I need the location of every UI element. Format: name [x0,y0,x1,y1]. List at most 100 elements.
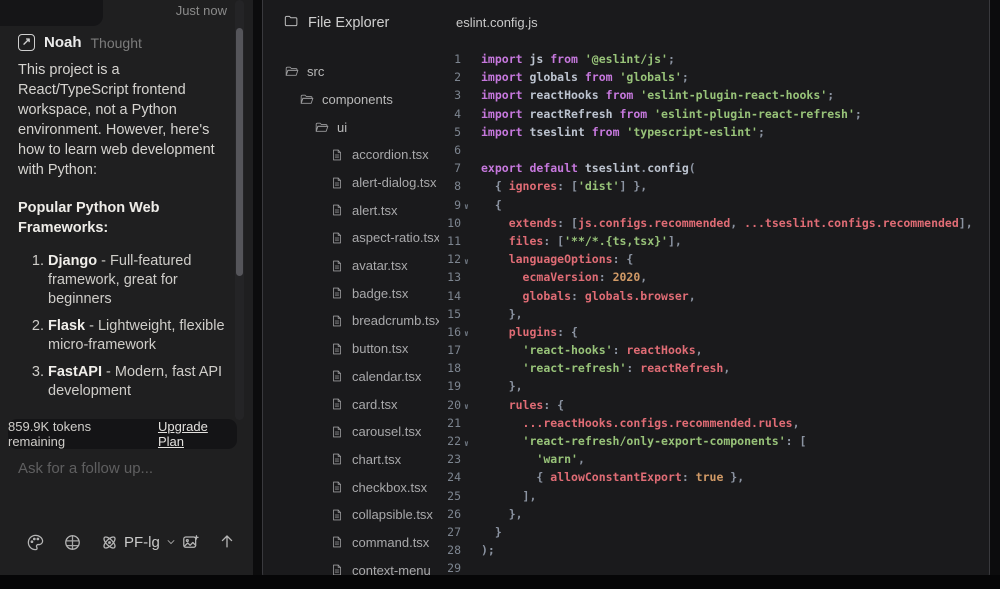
model-selector[interactable]: PF-lg [100,529,177,555]
tree-file-breadcrumb-tsx[interactable]: breadcrumb.tsx [263,307,439,335]
image-plus-icon [181,533,200,552]
palette-icon [26,533,45,552]
code-line-7: 7export default tseslint.config( [439,159,989,177]
arrow-up-icon [217,531,237,551]
code-text: ecmaVersion: 2020, [479,270,647,284]
file-icon [330,480,344,494]
code-line-11: 11 files: ['**/*.{ts,tsx}'], [439,232,989,250]
code-line-1: 1import js from '@eslint/js'; [439,50,989,68]
code-text: } [479,525,502,539]
file-icon [330,342,344,356]
file-label: accordion.tsx [352,147,429,162]
code-text: ); [479,543,495,557]
fold-gutter [461,93,479,97]
tree-file-command-tsx[interactable]: command.tsx [263,529,439,557]
line-number: 29 [439,561,461,575]
fold-marker[interactable]: ∨ [461,198,479,211]
code-text: 'warn', [479,452,585,466]
workbench-header: File Explorer eslint.config.js [263,11,989,37]
file-label: alert-dialog.tsx [352,175,437,190]
tree-file-alert-tsx[interactable]: alert.tsx [263,196,439,224]
framework-item: FastAPI - Modern, fast API development [48,363,226,401]
framework-name: Flask [48,318,85,334]
code-text: }, [479,307,523,321]
file-explorer-title: File Explorer [308,15,389,31]
folder-label: src [307,64,324,79]
tree-folder-ui[interactable]: ui [263,113,439,141]
file-label: alert.tsx [352,203,398,218]
code-text: import tseslint from 'typescript-eslint'… [479,125,765,139]
folder-label: ui [337,120,347,135]
line-number: 28 [439,543,461,557]
followup-input[interactable]: Ask for a follow up... [18,460,228,477]
code-line-26: 26 }, [439,505,989,523]
fold-gutter [461,148,479,152]
fold-marker[interactable]: ∨ [461,253,479,266]
code-text: plugins: { [479,325,578,339]
tree-folder-src[interactable]: src [263,57,439,85]
assistant-header: ↗ Noah Thought [18,34,142,51]
tree-file-chart-tsx[interactable]: chart.tsx [263,446,439,474]
code-line-9: 9∨ { [439,196,989,214]
tree-file-collapsible-tsx[interactable]: collapsible.tsx [263,501,439,529]
line-number: 13 [439,270,461,284]
upgrade-plan-link[interactable]: Upgrade Plan [158,419,237,449]
code-line-28: 28); [439,541,989,559]
code-text: rules: { [479,398,564,412]
line-number: 8 [439,179,461,193]
tree-file-aspect-ratio-tsx[interactable]: aspect-ratio.tsx [263,224,439,252]
tree-file-card-tsx[interactable]: card.tsx [263,390,439,418]
fold-gutter [461,366,479,370]
send-button[interactable] [215,529,239,553]
fold-gutter [461,130,479,134]
tree-file-alert-dialog-tsx[interactable]: alert-dialog.tsx [263,169,439,197]
code-line-17: 17 'react-hooks': reactHooks, [439,341,989,359]
tree-file-badge-tsx[interactable]: badge.tsx [263,279,439,307]
theme-palette-button[interactable] [23,530,47,554]
message-intro: This project is a React/TypeScript front… [18,60,226,180]
chat-scrollbar[interactable] [236,28,243,276]
folder-icon [283,13,299,33]
add-image-button[interactable] [178,530,202,554]
editor-tab[interactable]: eslint.config.js [456,15,538,30]
atom-icon [100,533,119,552]
fold-gutter [461,57,479,61]
line-number: 18 [439,361,461,375]
line-number: 11 [439,234,461,248]
fold-marker[interactable]: ∨ [461,435,479,448]
code-line-19: 19 }, [439,377,989,395]
fold-marker[interactable]: ∨ [461,398,479,411]
tree-file-avatar-tsx[interactable]: avatar.tsx [263,252,439,280]
code-line-25: 25 ], [439,487,989,505]
fold-gutter [461,221,479,225]
fold-marker[interactable]: ∨ [461,325,479,338]
model-selector-label: PF-lg [124,534,160,551]
fold-gutter [461,75,479,79]
code-line-3: 3import reactHooks from 'eslint-plugin-r… [439,86,989,104]
tree-file-carousel-tsx[interactable]: carousel.tsx [263,418,439,446]
code-text: files: ['**/*.{ts,tsx}'], [479,234,682,248]
tree-file-checkbox-tsx[interactable]: checkbox.tsx [263,473,439,501]
file-icon [330,176,344,190]
line-number: 24 [439,470,461,484]
code-line-5: 5 import tseslint from 'typescript-eslint… [439,123,989,141]
code-editor[interactable]: 1import js from '@eslint/js';2import glo… [439,50,989,584]
fold-gutter [461,548,479,552]
tree-folder-components[interactable]: components [263,85,439,113]
line-number: 7 [439,161,461,175]
code-text: import reactRefresh from 'eslint-plugin-… [479,107,862,121]
web-browse-button[interactable] [60,530,84,554]
fold-gutter [461,275,479,279]
line-number: 17 [439,343,461,357]
file-icon [330,452,344,466]
tree-file-button-tsx[interactable]: button.tsx [263,335,439,363]
tree-file-accordion-tsx[interactable]: accordion.tsx [263,141,439,169]
code-text: extends: [js.configs.recommended, ...tse… [479,216,973,230]
line-number: 5 [439,125,461,139]
file-icon [330,231,344,245]
tree-file-calendar-tsx[interactable]: calendar.tsx [263,363,439,391]
chat-toolbar: PF-lg [0,524,253,560]
thought-label[interactable]: Thought [91,35,142,51]
line-number: 19 [439,379,461,393]
window-bottom-edge [0,575,1000,589]
